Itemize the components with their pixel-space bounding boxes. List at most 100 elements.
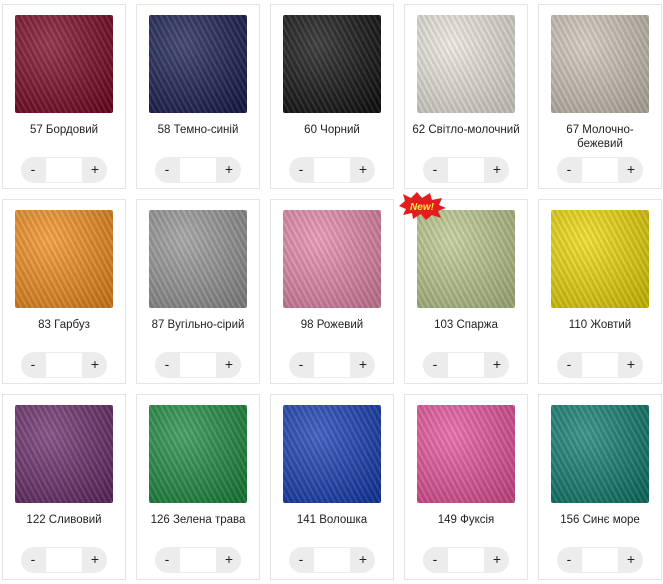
yarn-swatch-image[interactable]: [15, 405, 113, 503]
quantity-stepper: - +: [557, 157, 643, 183]
quantity-input[interactable]: [582, 353, 618, 377]
yarn-swatch-image[interactable]: [283, 15, 381, 113]
new-badge-label: New!: [410, 202, 435, 213]
product-label: 62 Світло-молочний: [412, 124, 520, 136]
quantity-input[interactable]: [180, 548, 216, 572]
increment-button[interactable]: +: [485, 352, 509, 378]
product-label: 141 Волошка: [296, 514, 368, 526]
decrement-button[interactable]: -: [155, 352, 179, 378]
increment-button[interactable]: +: [619, 352, 643, 378]
product-card[interactable]: 62 Світло-молочний - +: [404, 4, 528, 189]
yarn-swatch-image[interactable]: [551, 405, 649, 503]
decrement-button[interactable]: -: [557, 157, 581, 183]
yarn-swatch-image[interactable]: [149, 210, 247, 308]
yarn-swatch-image[interactable]: [551, 15, 649, 113]
increment-button[interactable]: +: [83, 547, 107, 573]
increment-button[interactable]: +: [217, 352, 241, 378]
quantity-input[interactable]: [582, 158, 618, 182]
decrement-button[interactable]: -: [21, 352, 45, 378]
product-card[interactable]: 87 Вугільно-сірий - +: [136, 199, 260, 384]
increment-button[interactable]: +: [217, 157, 241, 183]
quantity-stepper: - +: [289, 157, 375, 183]
product-card[interactable]: 126 Зелена трава - +: [136, 394, 260, 580]
decrement-button[interactable]: -: [423, 157, 447, 183]
increment-button[interactable]: +: [351, 352, 375, 378]
yarn-swatch-image[interactable]: [417, 210, 515, 308]
quantity-input[interactable]: [314, 158, 350, 182]
quantity-input[interactable]: [582, 548, 618, 572]
quantity-input[interactable]: [314, 353, 350, 377]
yarn-swatch-image[interactable]: [149, 15, 247, 113]
product-card[interactable]: 58 Темно-синій - +: [136, 4, 260, 189]
decrement-button[interactable]: -: [21, 157, 45, 183]
decrement-button[interactable]: -: [557, 547, 581, 573]
quantity-input[interactable]: [448, 548, 484, 572]
product-label: 60 Чорний: [304, 124, 360, 136]
yarn-swatch-image[interactable]: [417, 15, 515, 113]
decrement-button[interactable]: -: [21, 547, 45, 573]
decrement-button[interactable]: -: [289, 352, 313, 378]
yarn-swatch-image[interactable]: [283, 405, 381, 503]
quantity-stepper: - +: [21, 547, 107, 573]
product-label: 83 Гарбуз: [38, 319, 90, 331]
product-card[interactable]: 67 Молочно-бежевий - +: [538, 4, 662, 189]
product-card[interactable]: 149 Фуксія - +: [404, 394, 528, 580]
product-card[interactable]: 122 Сливовий - +: [2, 394, 126, 580]
quantity-stepper: - +: [423, 547, 509, 573]
quantity-stepper: - +: [289, 352, 375, 378]
increment-button[interactable]: +: [83, 352, 107, 378]
increment-button[interactable]: +: [485, 157, 509, 183]
product-card[interactable]: 110 Жовтий - +: [538, 199, 662, 384]
quantity-input[interactable]: [314, 548, 350, 572]
increment-button[interactable]: +: [485, 547, 509, 573]
yarn-swatch-image[interactable]: [283, 210, 381, 308]
quantity-stepper: - +: [21, 352, 107, 378]
quantity-stepper: - +: [423, 352, 509, 378]
decrement-button[interactable]: -: [557, 352, 581, 378]
product-card[interactable]: 60 Чорний - +: [270, 4, 394, 189]
decrement-button[interactable]: -: [423, 352, 447, 378]
increment-button[interactable]: +: [83, 157, 107, 183]
increment-button[interactable]: +: [351, 547, 375, 573]
yarn-swatch-image[interactable]: [15, 15, 113, 113]
quantity-input[interactable]: [448, 158, 484, 182]
product-card[interactable]: 141 Волошка - +: [270, 394, 394, 580]
decrement-button[interactable]: -: [155, 547, 179, 573]
product-card[interactable]: 57 Бордовий - +: [2, 4, 126, 189]
quantity-input[interactable]: [46, 548, 82, 572]
quantity-stepper: - +: [155, 157, 241, 183]
decrement-button[interactable]: -: [423, 547, 447, 573]
increment-button[interactable]: +: [619, 547, 643, 573]
quantity-stepper: - +: [289, 547, 375, 573]
product-card[interactable]: 98 Рожевий - +: [270, 199, 394, 384]
decrement-button[interactable]: -: [289, 547, 313, 573]
product-label: 67 Молочно-бежевий: [566, 124, 634, 150]
quantity-input[interactable]: [46, 158, 82, 182]
quantity-input[interactable]: [180, 353, 216, 377]
product-card[interactable]: 156 Синє море - +: [538, 394, 662, 580]
product-label: 122 Сливовий: [26, 514, 102, 526]
quantity-stepper: - +: [155, 547, 241, 573]
yarn-swatch-image[interactable]: [417, 405, 515, 503]
product-card[interactable]: New! 103 Спаржа - +: [399, 192, 528, 384]
decrement-button[interactable]: -: [155, 157, 179, 183]
product-label: 126 Зелена трава: [150, 514, 246, 526]
product-label: 98 Рожевий: [300, 319, 364, 331]
increment-button[interactable]: +: [351, 157, 375, 183]
quantity-input[interactable]: [180, 158, 216, 182]
quantity-stepper: - +: [21, 157, 107, 183]
product-label: 156 Синє море: [560, 514, 640, 526]
yarn-swatch-image[interactable]: [149, 405, 247, 503]
product-card[interactable]: 83 Гарбуз - +: [2, 199, 126, 384]
increment-button[interactable]: +: [217, 547, 241, 573]
product-label: 57 Бордовий: [29, 124, 99, 136]
decrement-button[interactable]: -: [289, 157, 313, 183]
quantity-input[interactable]: [448, 353, 484, 377]
product-label: 58 Темно-синій: [157, 124, 239, 136]
product-label: 149 Фуксія: [437, 514, 495, 526]
increment-button[interactable]: +: [619, 157, 643, 183]
yarn-swatch-image[interactable]: [15, 210, 113, 308]
quantity-input[interactable]: [46, 353, 82, 377]
yarn-swatch-image[interactable]: [551, 210, 649, 308]
quantity-stepper: - +: [155, 352, 241, 378]
